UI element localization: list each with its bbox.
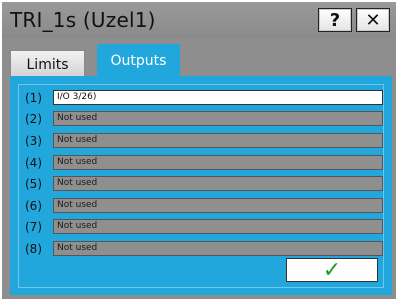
output-row-2: (2) Not used	[19, 110, 385, 128]
output-row-4: (4) Not used	[19, 154, 385, 172]
output-number: (2)	[25, 112, 42, 126]
output-field-2[interactable]: Not used	[53, 111, 383, 126]
help-icon: ?	[329, 9, 341, 31]
tab-outputs[interactable]: Outputs	[97, 44, 180, 78]
close-icon: ✕	[365, 9, 381, 31]
output-number: (8)	[25, 242, 42, 256]
output-row-7: (7) Not used	[19, 218, 385, 236]
output-number: (3)	[25, 134, 42, 148]
output-field-3[interactable]: Not used	[53, 133, 383, 148]
dialog-window: TRI_1s (Uzel1) ? ✕ Limits Outputs (1) I/…	[2, 2, 396, 299]
output-field-8[interactable]: Not used	[53, 241, 383, 256]
output-field-4[interactable]: Not used	[53, 155, 383, 170]
output-field-7[interactable]: Not used	[53, 219, 383, 234]
help-button[interactable]: ?	[318, 8, 352, 32]
output-number: (7)	[25, 220, 42, 234]
output-field-5[interactable]: Not used	[53, 176, 383, 191]
output-row-3: (3) Not used	[19, 132, 385, 150]
output-number: (4)	[25, 156, 42, 170]
output-row-6: (6) Not used	[19, 197, 385, 215]
output-number: (1)	[25, 91, 42, 105]
ok-button[interactable]: ✓	[286, 257, 378, 283]
tab-outputs-label: Outputs	[110, 53, 167, 69]
close-button[interactable]: ✕	[356, 8, 390, 32]
checkmark-icon: ✓	[322, 257, 342, 283]
output-row-8: (8) Not used	[19, 240, 385, 258]
tab-limits-label: Limits	[26, 56, 69, 73]
output-number: (5)	[25, 177, 42, 191]
output-row-5: (5) Not used	[19, 175, 385, 193]
output-field-6[interactable]: Not used	[53, 198, 383, 213]
title-bar: TRI_1s (Uzel1) ? ✕	[2, 2, 396, 38]
output-number: (6)	[25, 199, 42, 213]
output-row-1: (1) I/O 3/26)	[19, 89, 385, 107]
window-title: TRI_1s (Uzel1)	[10, 8, 156, 32]
tab-limits[interactable]: Limits	[10, 50, 85, 78]
output-field-1[interactable]: I/O 3/26)	[53, 90, 383, 105]
